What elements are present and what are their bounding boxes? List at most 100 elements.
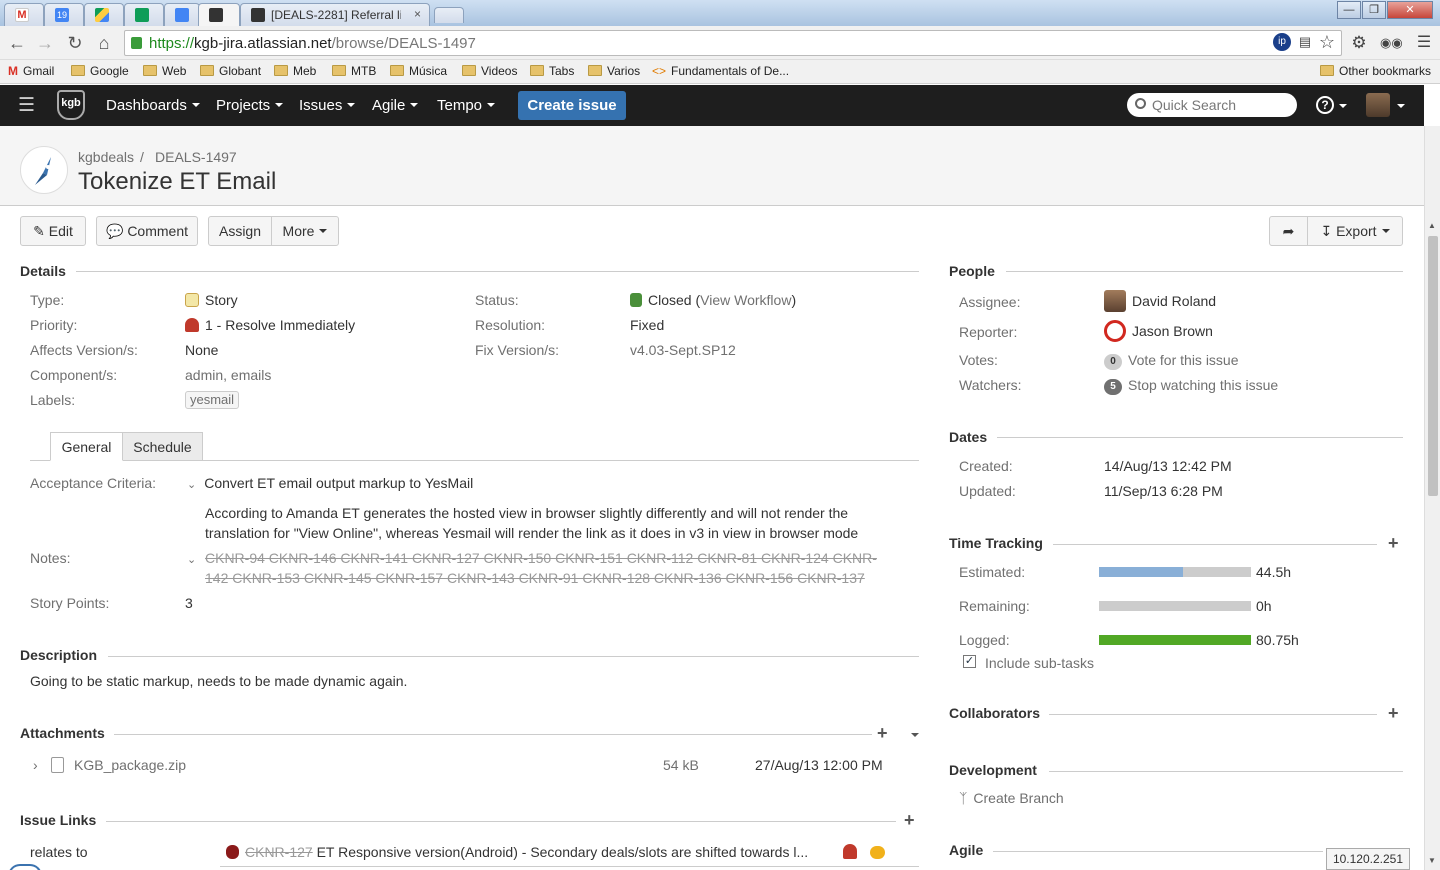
kgb-logo[interactable]: kgb <box>57 90 85 120</box>
maximize-button[interactable]: ❐ <box>1362 1 1386 19</box>
label-tag[interactable]: yesmail <box>185 391 240 409</box>
chevron-down-icon <box>347 103 356 107</box>
bookmark-tabs[interactable]: Tabs <box>530 64 574 78</box>
comment-button[interactable]: 💬 Comment <box>96 216 198 246</box>
assign-button[interactable]: Assign <box>208 216 272 246</box>
nav-dashboards[interactable]: Dashboards <box>106 97 200 114</box>
new-tab-button[interactable] <box>434 7 464 23</box>
fix-version-value[interactable]: v4.03-Sept.SP12 <box>630 342 736 358</box>
reload-icon[interactable]: ↻ <box>64 32 86 54</box>
share-button[interactable]: ➦ <box>1269 216 1308 246</box>
assignee-value[interactable]: David Roland <box>1104 290 1216 312</box>
scroll-down-icon[interactable]: ▼ <box>1428 856 1436 865</box>
reporter-label: Reporter: <box>959 324 1018 340</box>
export-button[interactable]: ↧ Export <box>1307 216 1403 246</box>
bookmark-web[interactable]: Web <box>143 64 186 78</box>
chevron-down-icon[interactable] <box>1397 104 1405 108</box>
scrollbar-thumb[interactable] <box>1428 236 1438 496</box>
chevron-down-icon <box>410 103 419 107</box>
browser-tab-drive[interactable] <box>84 3 124 26</box>
nav-agile[interactable]: Agile <box>372 97 419 114</box>
menu-icon[interactable]: ☰ <box>1414 33 1434 53</box>
quick-search-input[interactable]: Quick Search <box>1127 93 1297 117</box>
breadcrumb-issue-key[interactable]: DEALS-1497 <box>155 149 237 165</box>
watchers-value[interactable]: 5 Stop watching this issue <box>1104 377 1278 395</box>
reporter-value[interactable]: Jason Brown <box>1104 320 1213 342</box>
include-subtasks-checkbox[interactable]: ✓ <box>963 655 976 668</box>
feedback-widget[interactable] <box>8 864 42 870</box>
scroll-up-icon[interactable]: ▲ <box>1428 221 1436 230</box>
nav-tempo[interactable]: Tempo <box>437 97 496 114</box>
share-icon: ➦ <box>1282 223 1295 239</box>
bookmark-gmail[interactable]: M Gmail <box>8 64 54 78</box>
components-value[interactable]: admin, emails <box>185 367 271 383</box>
address-bar[interactable]: https://kgb-jira.atlassian.net/browse/DE… <box>124 30 1342 56</box>
notes-toggle[interactable]: ⌄ <box>187 550 196 566</box>
tab-schedule[interactable]: Schedule <box>123 432 203 461</box>
breadcrumb-project[interactable]: kgbdeals <box>78 149 134 165</box>
browser-tab-deals-2281[interactable]: [DEALS-2281] Referral link × <box>240 3 430 26</box>
create-issue-button[interactable]: Create issue <box>518 91 626 120</box>
close-icon[interactable]: × <box>414 7 421 21</box>
bookmark-mtb[interactable]: MTB <box>332 64 376 78</box>
add-collaborator-icon[interactable]: + <box>1388 703 1399 724</box>
more-button[interactable]: More <box>271 216 339 246</box>
chevron-right-icon[interactable]: › <box>33 757 38 773</box>
minimize-button[interactable]: — <box>1337 1 1361 19</box>
tab-general[interactable]: General <box>50 432 123 461</box>
add-link-icon[interactable]: + <box>904 810 915 831</box>
acceptance-criteria-toggle[interactable]: ⌄ Convert ET email output markup to YesMa… <box>187 475 473 491</box>
browser-tab-kgb-active[interactable] <box>198 3 240 26</box>
blocker-priority-icon <box>843 844 857 859</box>
page-action-icon[interactable]: ▤ <box>1295 32 1315 52</box>
user-avatar[interactable] <box>1366 93 1390 117</box>
nav-issues[interactable]: Issues <box>299 97 356 114</box>
issue-title[interactable]: Tokenize ET Email <box>78 168 276 196</box>
add-attachment-icon[interactable]: + <box>877 723 888 744</box>
ip-extension-icon[interactable]: ip <box>1273 33 1291 51</box>
download-icon: ↧ <box>1320 223 1337 239</box>
home-icon[interactable]: ⌂ <box>93 32 115 54</box>
nav-projects[interactable]: Projects <box>216 97 284 114</box>
project-avatar-rocket-icon[interactable] <box>20 146 68 194</box>
back-icon[interactable]: ← <box>6 32 28 54</box>
app-switcher-icon[interactable]: ☰ <box>18 94 35 117</box>
bookmark-videos[interactable]: Videos <box>462 64 517 78</box>
folder-icon <box>332 65 346 76</box>
create-branch-link[interactable]: ᛉ Create Branch <box>959 790 1064 806</box>
gear-icon[interactable]: ⚙ <box>1349 33 1369 53</box>
labels-value[interactable]: yesmail <box>185 391 240 409</box>
page-scrollbar[interactable]: ▲ ▼ <box>1424 126 1440 870</box>
calendar-icon: 19 <box>55 8 69 22</box>
chevron-down-icon[interactable] <box>1339 104 1347 108</box>
browser-tab-calendar[interactable]: 19 <box>44 3 84 26</box>
notes-line1[interactable]: CKNR-94 CKNR-146 CKNR-141 CKNR-127 CKNR-… <box>205 550 877 566</box>
bookmark-musica[interactable]: Música <box>390 64 447 78</box>
include-subtasks-label[interactable]: Include sub-tasks <box>985 655 1094 671</box>
branch-icon: ᛉ <box>959 790 968 806</box>
edit-button[interactable]: ✎ Edit <box>20 216 86 246</box>
browser-tab-gmail[interactable]: M <box>4 3 44 26</box>
incognito-icon[interactable]: ◉◉ <box>1380 33 1403 53</box>
notes-line2[interactable]: 142 CKNR-153 CKNR-145 CKNR-157 CKNR-143 … <box>205 570 865 586</box>
bookmark-other[interactable]: Other bookmarks <box>1320 64 1431 78</box>
attachment-file-name[interactable]: KGB_package.zip <box>74 757 186 773</box>
forward-icon[interactable]: → <box>34 32 56 54</box>
browser-tab-docs[interactable] <box>164 3 200 26</box>
star-icon[interactable]: ☆ <box>1317 32 1337 52</box>
window-close-button[interactable]: ✕ <box>1387 1 1433 19</box>
bookmark-globant[interactable]: Globant <box>200 64 261 78</box>
linked-issue[interactable]: CKNR-127 ET Responsive version(Android) … <box>226 844 808 860</box>
chevron-down-icon[interactable] <box>911 733 919 737</box>
collaborators-heading: Collaborators <box>949 705 1041 721</box>
bookmark-meb[interactable]: Meb <box>274 64 316 78</box>
browser-tab-sheets[interactable] <box>124 3 164 26</box>
bookmark-varios[interactable]: Varios <box>588 64 640 78</box>
description-text[interactable]: Going to be static markup, needs to be m… <box>30 673 407 689</box>
help-icon[interactable]: ? <box>1316 96 1334 114</box>
view-workflow-link[interactable]: View Workflow <box>700 292 791 308</box>
bookmark-google[interactable]: Google <box>71 64 129 78</box>
bookmark-fundamentals[interactable]: <> Fundamentals of De... <box>652 64 789 78</box>
log-work-icon[interactable]: + <box>1388 533 1399 554</box>
votes-value[interactable]: 0 Vote for this issue <box>1104 352 1239 370</box>
